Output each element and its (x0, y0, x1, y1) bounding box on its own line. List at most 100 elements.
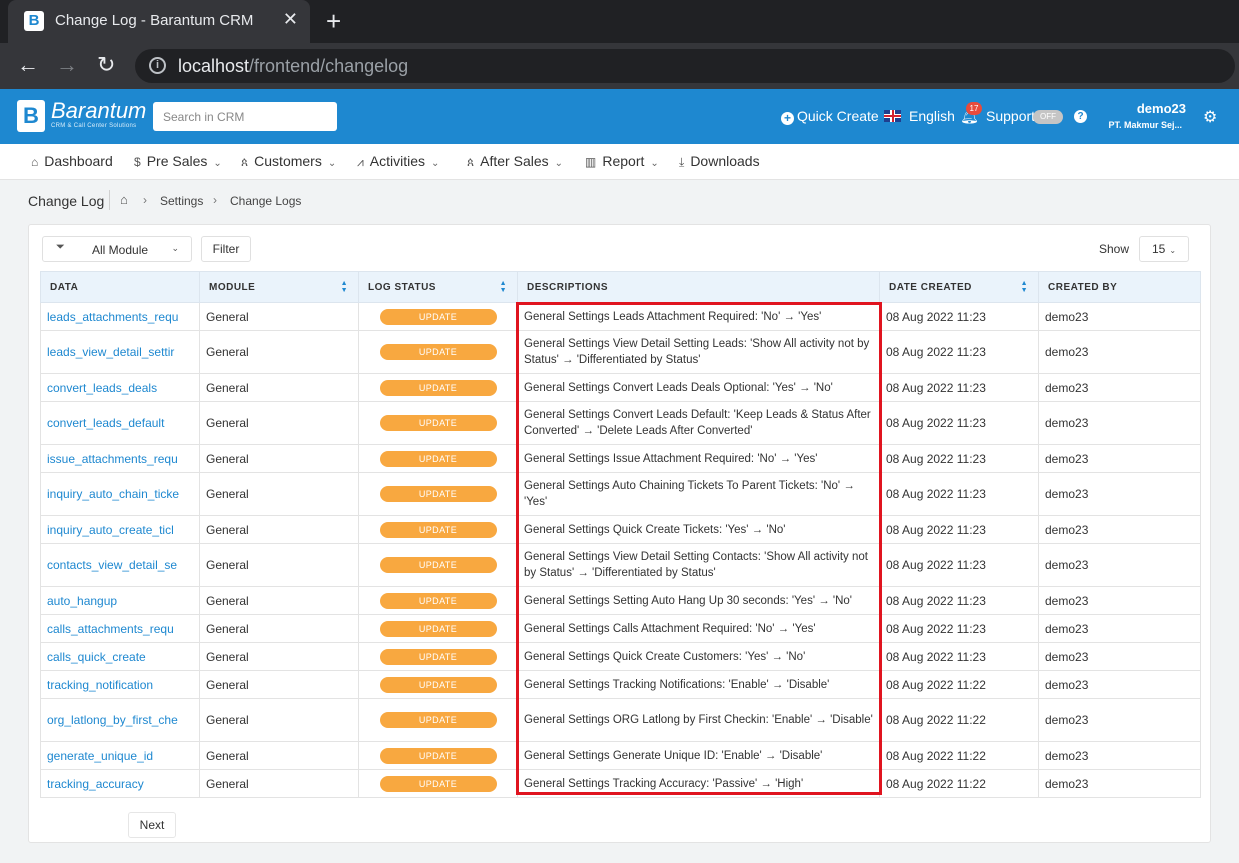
gear-icon[interactable]: ⚙ (1203, 107, 1217, 127)
uk-flag-icon[interactable] (884, 110, 901, 122)
date-cell: 08 Aug 2022 11:23 (879, 614, 1039, 643)
table-row: leads_attachments_requ General UPDATE Gener… (40, 302, 1201, 331)
status-cell: UPDATE (358, 586, 518, 615)
new-tab-icon[interactable]: + (326, 6, 341, 37)
change-log-card: ⏷ All Module ⌄ Filter Show 15 ⌄ DATA MODU… (28, 224, 1211, 843)
page-size-select[interactable]: 15 ⌄ (1139, 236, 1189, 262)
home-icon[interactable]: ⌂ (120, 192, 128, 207)
breadcrumb-change-logs[interactable]: Change Logs (230, 194, 301, 208)
browser-tab[interactable]: B Change Log - Barantum CRM ✕ (8, 0, 310, 43)
quick-create-button[interactable]: + Quick Create (781, 108, 879, 125)
next-page-button[interactable]: Next (128, 812, 176, 838)
status-badge: UPDATE (379, 379, 497, 396)
created-by-cell: demo23 (1038, 444, 1201, 473)
column-header-data[interactable]: DATA (40, 271, 200, 303)
show-label: Show (1099, 242, 1130, 256)
nav-after-sales[interactable]: ጰ After Sales ⌄ (467, 153, 563, 170)
status-badge: UPDATE (379, 450, 497, 467)
module-filter-value: All Module (92, 243, 149, 257)
user-company[interactable]: PT. Makmur Sej... (1108, 120, 1182, 130)
column-header-descriptions[interactable]: DESCRIPTIONS (517, 271, 880, 303)
url-box[interactable]: i localhost/frontend/changelog (135, 49, 1235, 83)
table-header-row: DATA MODULE ▲ ▼ LOG STATUS ▲ ▼ DESCRIPTIONS … (40, 271, 1201, 303)
logo-text[interactable]: Barantum (51, 98, 146, 124)
description-cell: General Settings Convert Leads Deals Opt… (517, 373, 880, 402)
help-icon[interactable]: ? (1074, 110, 1087, 123)
data-link[interactable]: leads_attachments_requ (40, 302, 200, 331)
filter-button[interactable]: Filter (201, 236, 251, 262)
data-link[interactable]: inquiry_auto_chain_ticke (40, 472, 200, 516)
barantum-logo-icon[interactable]: B (17, 100, 45, 132)
data-link[interactable]: generate_unique_id (40, 741, 200, 770)
reload-icon[interactable]: ↻ (97, 52, 115, 78)
chevron-right-icon: › (213, 193, 217, 207)
data-link[interactable]: convert_leads_default (40, 401, 200, 445)
close-tab-icon[interactable]: ✕ (283, 9, 298, 30)
column-header-date-created[interactable]: DATE CREATED ▲ ▼ (879, 271, 1039, 303)
module-cell: General (199, 642, 359, 671)
nav-report[interactable]: ▥ Report ⌄ (585, 153, 659, 169)
table-row: auto_hangup General UPDATE General Settings… (40, 586, 1201, 615)
nav-dashboard[interactable]: ⌂ Dashboard (31, 153, 113, 169)
data-link[interactable]: calls_attachments_requ (40, 614, 200, 643)
module-cell: General (199, 670, 359, 699)
page-title: Change Log (28, 193, 105, 209)
forward-arrow-icon[interactable]: → (56, 52, 78, 78)
description-cell: General Settings Calls Attachment Requir… (517, 614, 880, 643)
download-icon: ⤓ (679, 155, 685, 169)
module-cell: General (199, 444, 359, 473)
created-by-cell: demo23 (1038, 472, 1201, 516)
status-cell: UPDATE (358, 302, 518, 331)
back-arrow-icon[interactable]: ← (17, 52, 39, 78)
status-cell: UPDATE (358, 741, 518, 770)
sort-icon[interactable]: ▲ ▼ (1021, 280, 1028, 294)
sort-icon[interactable]: ▲ ▼ (341, 280, 348, 294)
description-cell: General Settings Convert Leads Default: … (517, 401, 880, 445)
data-link[interactable]: tracking_notification (40, 670, 200, 699)
pulse-icon: ⩘ (357, 155, 364, 169)
status-badge: UPDATE (379, 592, 497, 609)
site-info-icon[interactable]: i (149, 57, 166, 74)
data-link[interactable]: contacts_view_detail_se (40, 543, 200, 587)
column-header-log-status[interactable]: LOG STATUS ▲ ▼ (358, 271, 518, 303)
module-cell: General (199, 401, 359, 445)
column-header-created-by[interactable]: CREATED BY (1038, 271, 1201, 303)
data-link[interactable]: org_latlong_by_first_che (40, 698, 200, 742)
search-input[interactable] (153, 102, 337, 131)
module-filter-select[interactable]: ⏷ All Module ⌄ (42, 236, 192, 262)
status-badge: UPDATE (379, 308, 497, 325)
data-link[interactable]: auto_hangup (40, 586, 200, 615)
data-link[interactable]: issue_attachments_requ (40, 444, 200, 473)
sort-icon[interactable]: ▲ ▼ (500, 280, 507, 294)
date-cell: 08 Aug 2022 11:22 (879, 698, 1039, 742)
breadcrumb-settings[interactable]: Settings (160, 194, 203, 208)
nav-customers[interactable]: ጰ Customers ⌄ (241, 153, 336, 170)
language-selector[interactable]: English (909, 108, 955, 124)
nav-pre-sales[interactable]: $ Pre Sales ⌄ (134, 153, 222, 169)
table-row: issue_attachments_requ General UPDATE Gener… (40, 444, 1201, 473)
data-link[interactable]: leads_view_detail_settir (40, 330, 200, 374)
user-name[interactable]: demo23 (1137, 101, 1186, 116)
nav-downloads[interactable]: ⤓ Downloads (679, 153, 760, 170)
date-cell: 08 Aug 2022 11:23 (879, 401, 1039, 445)
chevron-down-icon: ⌄ (327, 158, 337, 169)
data-link[interactable]: calls_quick_create (40, 642, 200, 671)
module-cell: General (199, 472, 359, 516)
browser-address-bar: ← → ↻ i localhost/frontend/changelog (0, 43, 1239, 89)
module-cell: General (199, 614, 359, 643)
breadcrumb-divider (109, 190, 110, 210)
nav-activities[interactable]: ⩘ Activities ⌄ (357, 153, 439, 170)
table-row: contacts_view_detail_se General UPDATE Gene… (40, 543, 1201, 587)
support-toggle[interactable]: OFF (1033, 110, 1063, 124)
app-header: B Barantum CRM & Call Center Solutions +… (0, 89, 1239, 144)
data-link[interactable]: convert_leads_deals (40, 373, 200, 402)
created-by-cell: demo23 (1038, 614, 1201, 643)
column-header-module[interactable]: MODULE ▲ ▼ (199, 271, 359, 303)
chevron-right-icon: › (143, 193, 147, 207)
status-cell: UPDATE (358, 330, 518, 374)
url-text[interactable]: localhost/frontend/changelog (178, 56, 408, 77)
data-link[interactable]: inquiry_auto_create_ticl (40, 515, 200, 544)
data-link[interactable]: tracking_accuracy (40, 769, 200, 798)
change-log-table: DATA MODULE ▲ ▼ LOG STATUS ▲ ▼ DESCRIPTIONS … (40, 271, 1201, 798)
table-row: inquiry_auto_create_ticl General UPDATE Gen… (40, 515, 1201, 544)
